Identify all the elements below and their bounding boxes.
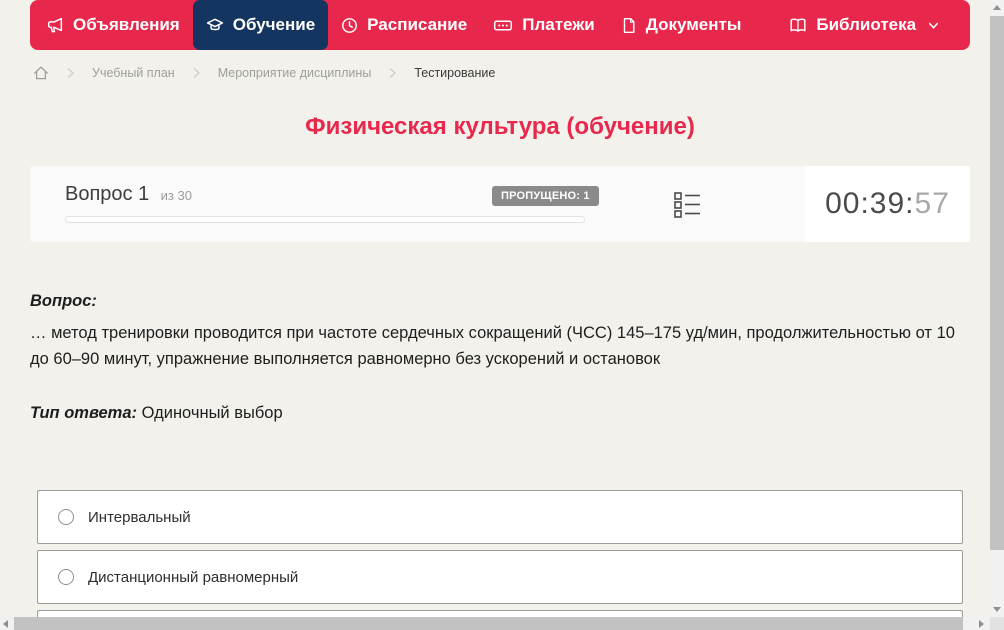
answer-option-label: Интервальный xyxy=(88,509,191,526)
chevron-right-icon xyxy=(66,67,75,79)
scroll-right-arrow-icon[interactable] xyxy=(979,620,984,628)
nav-item-label: Обучение xyxy=(233,15,315,35)
breadcrumb: Учебный план Мероприятие дисциплины Тест… xyxy=(33,60,495,86)
breadcrumb-item-testing: Тестирование xyxy=(414,66,495,80)
question-label: Вопрос: xyxy=(30,292,960,311)
nav-item-payments[interactable]: Платежи xyxy=(480,0,608,50)
breadcrumb-item-discipline-event[interactable]: Мероприятие дисциплины xyxy=(218,66,372,80)
scroll-down-arrow-icon[interactable] xyxy=(993,607,1001,612)
chevron-down-icon xyxy=(927,19,940,32)
nav-item-label: Объявления xyxy=(73,15,180,35)
nav-item-announcements[interactable]: Объявления xyxy=(34,0,193,50)
test-page: Объявления Обучение Расписание Платежи Д… xyxy=(0,0,1004,630)
question-block: Вопрос: … метод тренировки проводится пр… xyxy=(30,292,960,372)
megaphone-icon xyxy=(47,17,64,34)
payments-icon xyxy=(493,17,513,34)
clock-icon xyxy=(341,17,358,34)
question-progress-bar xyxy=(65,216,585,223)
answer-type-value: Одиночный выбор xyxy=(142,404,283,422)
question-header-card: Вопрос 1 из 30 ПРОПУЩЕНО: 1 00:39:57 xyxy=(30,166,970,242)
timer: 00:39:57 xyxy=(825,187,950,221)
answer-option[interactable]: Интервальный xyxy=(37,490,963,544)
home-icon[interactable] xyxy=(33,65,49,81)
nav-item-label: Платежи xyxy=(522,15,595,35)
vertical-scrollbar[interactable] xyxy=(990,0,1004,617)
scrollbar-corner xyxy=(990,617,1004,630)
answer-type-row: Тип ответа: Одиночный выбор xyxy=(30,404,283,423)
question-text: … метод тренировки проводится при частот… xyxy=(30,320,960,372)
question-number: Вопрос 1 из 30 xyxy=(65,183,192,206)
answer-options: Интервальный Дистанционный равномерный xyxy=(37,490,963,630)
breadcrumb-item-study-plan[interactable]: Учебный план xyxy=(92,66,175,80)
skipped-badge: ПРОПУЩЕНО: 1 xyxy=(492,186,599,206)
question-list-button[interactable] xyxy=(674,191,701,225)
nav-item-label: Документы xyxy=(646,15,742,35)
chevron-right-icon xyxy=(388,67,397,79)
main-navbar: Объявления Обучение Расписание Платежи Д… xyxy=(30,0,970,50)
radio-button[interactable] xyxy=(58,569,74,585)
nav-item-learning[interactable]: Обучение xyxy=(193,0,328,50)
scroll-up-arrow-icon[interactable] xyxy=(993,5,1001,10)
timer-box: 00:39:57 xyxy=(805,166,970,242)
answer-option-label: Дистанционный равномерный xyxy=(88,569,298,586)
nav-item-documents[interactable]: Документы xyxy=(608,0,755,50)
horizontal-scrollbar[interactable] xyxy=(0,617,990,630)
answer-type-label: Тип ответа: xyxy=(30,404,137,422)
timer-minutes: 00:39: xyxy=(825,187,914,220)
page-title: Физическая культура (обучение) xyxy=(30,113,970,141)
nav-item-library[interactable]: Библиотека xyxy=(776,0,953,50)
nav-item-label: Расписание xyxy=(367,15,467,35)
book-icon xyxy=(789,17,807,34)
question-total-label: из 30 xyxy=(161,188,192,203)
question-number-label: Вопрос 1 xyxy=(65,183,149,205)
vertical-scrollbar-thumb[interactable] xyxy=(990,16,1004,550)
nav-item-label: Библиотека xyxy=(816,15,916,35)
radio-button[interactable] xyxy=(58,509,74,525)
timer-seconds: 57 xyxy=(915,187,950,220)
graduation-cap-icon xyxy=(206,17,224,34)
document-icon xyxy=(621,17,637,34)
question-list-icon xyxy=(674,191,701,220)
scroll-left-arrow-icon[interactable] xyxy=(3,620,8,628)
chevron-right-icon xyxy=(192,67,201,79)
nav-item-schedule[interactable]: Расписание xyxy=(328,0,480,50)
horizontal-scrollbar-thumb[interactable] xyxy=(14,617,963,630)
answer-option[interactable]: Дистанционный равномерный xyxy=(37,550,963,604)
